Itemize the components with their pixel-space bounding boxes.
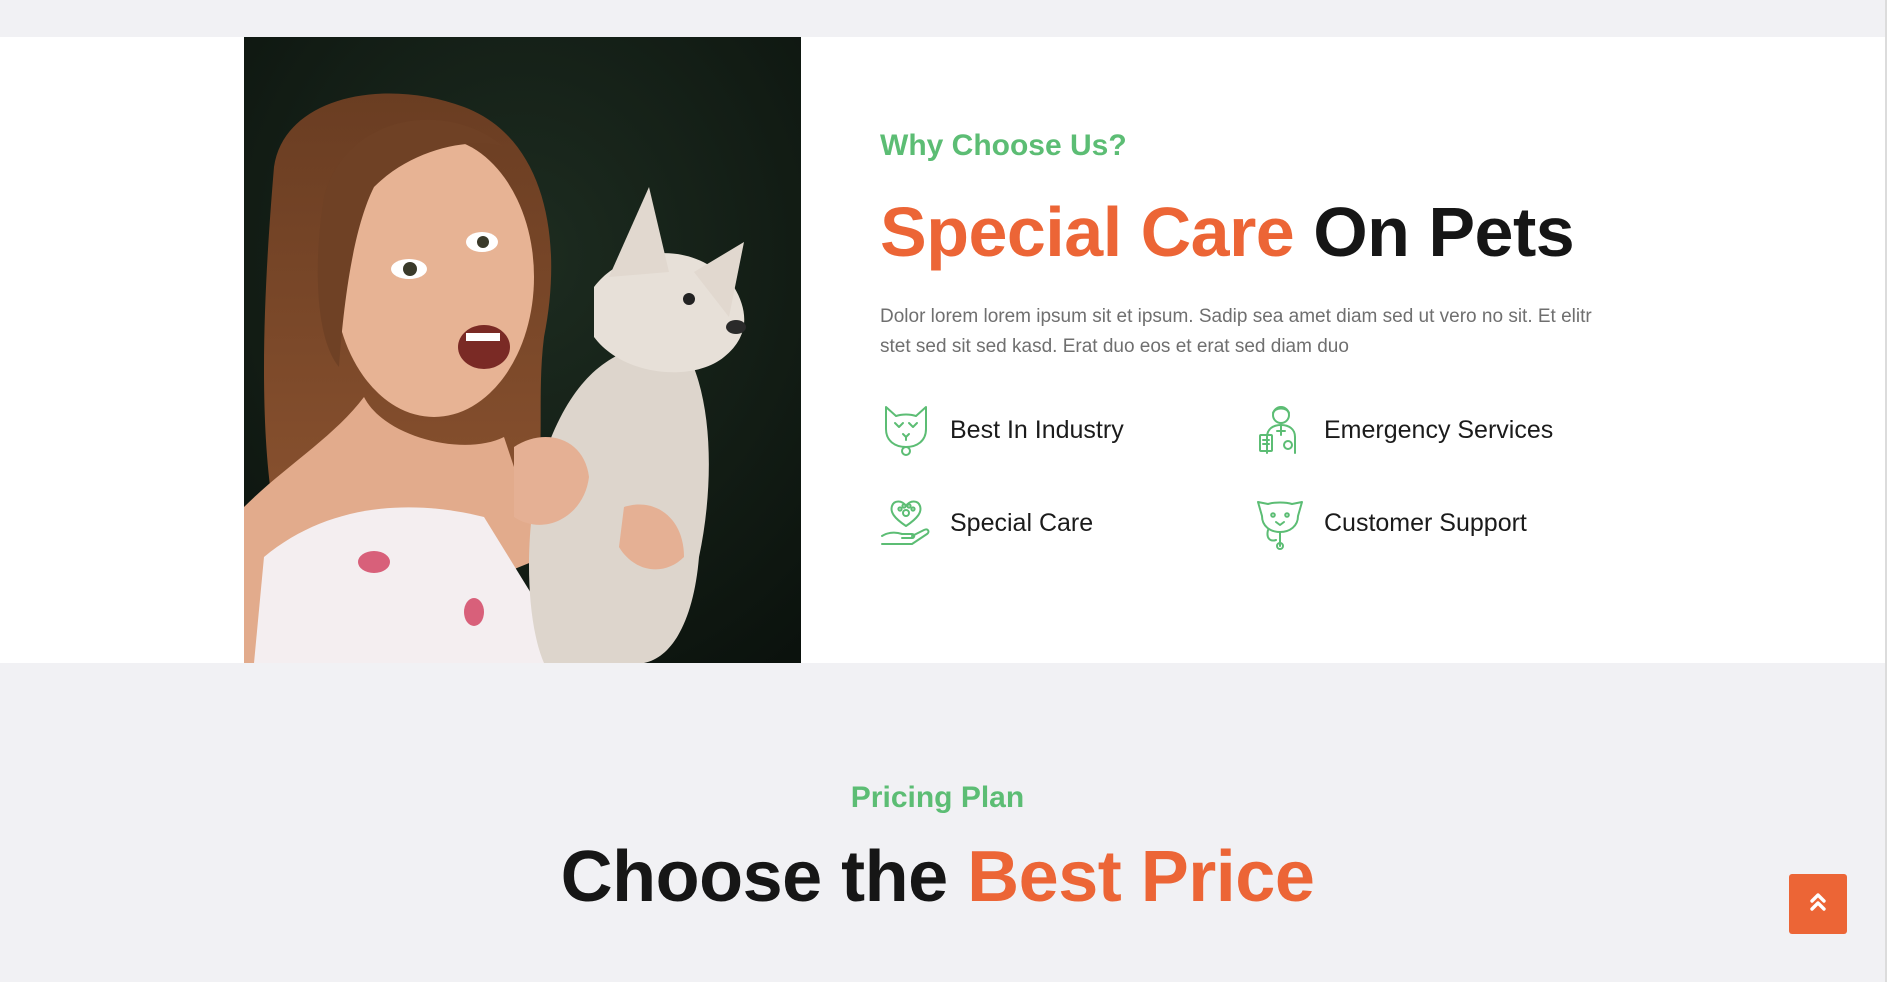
why-content: Why Choose Us? Special Care On Pets Dolo… [880, 37, 1640, 663]
feature-item: Emergency Services [1254, 402, 1553, 458]
feature-label: Special Care [950, 508, 1094, 537]
section-description: Dolor lorem lorem ipsum sit et ipsum. Sa… [880, 306, 1592, 357]
vet-doctor-icon [1254, 402, 1306, 458]
pricing-section: Pricing Plan Choose the Best Price [0, 663, 1885, 982]
section-eyebrow: Why Choose Us? [880, 129, 1127, 162]
feature-item: Special Care [880, 495, 1093, 551]
cat-face-icon [880, 402, 932, 458]
feature-grid: Best In Industry Emergency Services Spec… [880, 402, 1640, 602]
feature-label: Customer Support [1324, 508, 1527, 537]
dog-stethoscope-icon [1254, 495, 1306, 551]
top-band [0, 0, 1887, 37]
feature-item: Best In Industry [880, 402, 1124, 458]
back-to-top-button[interactable] [1789, 874, 1847, 934]
pricing-title-plain: Choose the [560, 837, 949, 917]
pricing-title-accent: Best Price [967, 837, 1315, 917]
feature-label: Emergency Services [1324, 415, 1554, 444]
headline-rest: On Pets [1313, 193, 1575, 271]
section-headline: Special Care On Pets [880, 192, 1575, 272]
pricing-eyebrow: Pricing Plan [850, 781, 1025, 814]
feature-item: Customer Support [1254, 495, 1527, 551]
double-chevron-up-icon [1809, 891, 1827, 918]
why-choose-us-section: Why Choose Us? Special Care On Pets Dolo… [0, 37, 1885, 663]
headline-accent: Special Care [880, 193, 1295, 271]
pricing-title: Choose the Best Price [0, 836, 1875, 918]
woman-with-dog-photo [244, 37, 801, 663]
feature-label: Best In Industry [950, 415, 1124, 444]
heart-paw-hand-icon [880, 495, 932, 551]
page: Why Choose Us? Special Care On Pets Dolo… [0, 0, 1887, 982]
